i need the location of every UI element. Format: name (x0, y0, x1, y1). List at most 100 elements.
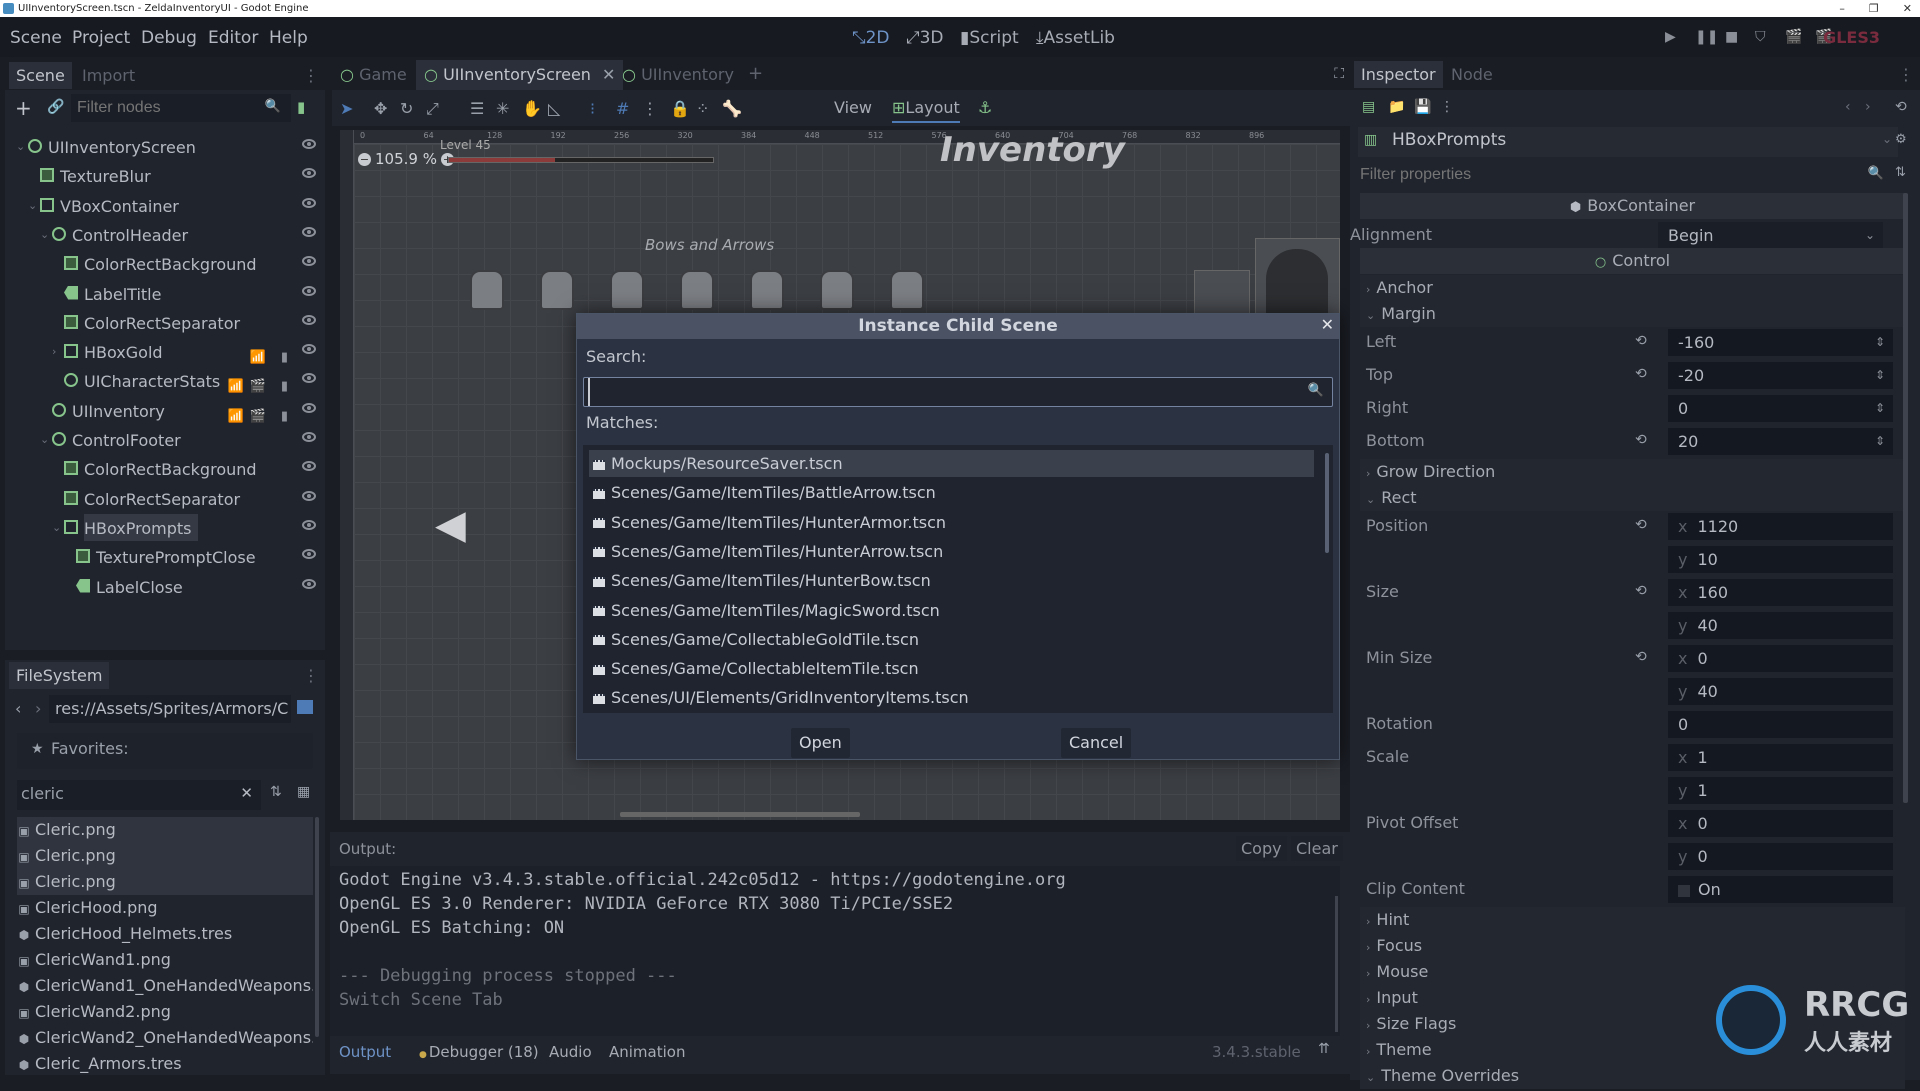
file-item[interactable]: ▣ Cleric.png (17, 869, 313, 895)
clear-button[interactable]: Clear (1291, 836, 1343, 861)
bone-icon[interactable]: 🦴 (722, 99, 742, 118)
file-list-scrollbar[interactable] (315, 817, 319, 1037)
select-tool-icon[interactable]: ➤ (340, 99, 353, 118)
revert-icon[interactable]: ⟲ (1635, 577, 1647, 606)
open-button[interactable]: Open (791, 728, 850, 758)
ruler-tool-icon[interactable]: ◺ (548, 99, 560, 118)
minimize-icon[interactable]: – (1839, 0, 1845, 17)
lock-icon[interactable]: 🔒 (670, 99, 690, 118)
search-field[interactable] (588, 378, 1298, 406)
revert-icon[interactable]: ⟲ (1635, 327, 1647, 356)
clear-search-icon[interactable]: ✕ (240, 784, 253, 802)
visibility-eye-icon[interactable] (302, 285, 316, 296)
move-tool-icon[interactable]: ✥ (374, 99, 387, 118)
tree-node[interactable]: LabelTitle (10, 279, 328, 308)
distraction-free-icon[interactable]: ⛶ (1334, 66, 1344, 82)
nav-left-arrow[interactable]: ◀ (435, 502, 466, 548)
revert-icon[interactable]: ⟲ (1635, 426, 1647, 455)
visibility-eye-icon[interactable] (302, 432, 316, 442)
spinner-icon[interactable]: ⇕ (1875, 329, 1885, 356)
property-value[interactable]: On (1668, 876, 1893, 903)
close-icon[interactable]: ✕ (1321, 315, 1334, 334)
tree-node[interactable]: TextureBlur (10, 161, 328, 190)
file-item[interactable]: ⬢ ClericHood_Helmets.tres (17, 921, 313, 947)
matches-scrollbar[interactable] (1325, 453, 1329, 553)
spinner-icon[interactable]: ⇕ (1875, 362, 1885, 389)
property-value[interactable]: y 10 (1668, 546, 1893, 573)
file-item[interactable]: ▣ Cleric.png (17, 817, 313, 843)
options-icon[interactable]: ⋮ (1440, 99, 1454, 115)
file-item[interactable]: ▣ Cleric.png (17, 843, 313, 869)
menu-editor[interactable]: Editor (208, 28, 258, 48)
tree-node[interactable]: LabelClose (10, 572, 328, 601)
new-tab-button[interactable]: + (748, 63, 763, 84)
tab-import[interactable]: Import (75, 62, 142, 89)
pause-icon[interactable]: ❚❚ (1695, 29, 1718, 45)
workspace-3d[interactable]: ⤢3D (906, 28, 944, 48)
html5-icon[interactable]: ⛉ (1755, 29, 1766, 45)
grid-view-icon[interactable]: ▦ (297, 784, 310, 800)
play-scene-icon[interactable]: 🎬 (1785, 29, 1802, 45)
property-value[interactable]: x 160 (1668, 579, 1893, 606)
tab-node[interactable]: Node (1444, 61, 1500, 88)
visibility-eye-icon[interactable] (302, 344, 316, 355)
open-folder-icon[interactable]: 📁 (1388, 99, 1405, 115)
tab-inspector[interactable]: Inspector (1354, 61, 1443, 88)
split-view-icon[interactable] (297, 700, 313, 714)
spinner-icon[interactable]: ⇕ (1875, 428, 1885, 455)
match-item[interactable]: Scenes/UI/Elements/GridInventoryItems.ts… (589, 684, 1314, 711)
anchor-icon[interactable]: ⚓ (978, 98, 992, 117)
workspace-script[interactable]: ▮Script (960, 28, 1019, 48)
pivot-tool-icon[interactable]: ✳ (496, 99, 509, 118)
tree-node[interactable]: › HBoxGold 📶 ▮ (10, 337, 328, 366)
history-back-icon[interactable]: ‹ (1845, 99, 1851, 115)
spinner-icon[interactable]: ⇕ (1875, 395, 1885, 422)
armor-item-icon[interactable] (610, 270, 644, 310)
property-value[interactable]: x 1120 (1668, 513, 1893, 540)
property-value[interactable]: x0 (1668, 810, 1893, 837)
visibility-eye-icon[interactable] (302, 226, 316, 237)
tab-uiinventory[interactable]: ○ UIInventory (622, 65, 734, 84)
bottom-tab[interactable]: Output (339, 1043, 391, 1061)
favorites-row[interactable]: ★ Favorites: (17, 733, 313, 769)
bottom-tab[interactable]: ● Debugger (18) (419, 1043, 539, 1061)
tree-node[interactable]: ColorRectSeparator (10, 484, 328, 513)
match-item[interactable]: Mockups/ResourceSaver.tscn (589, 450, 1314, 477)
revert-icon[interactable]: ⟲ (1635, 643, 1647, 672)
tree-node[interactable]: ⌄ VBoxContainer (10, 191, 328, 220)
inspector-section[interactable]: › Mouse (1360, 959, 1905, 985)
view-menu[interactable]: View (834, 98, 872, 117)
file-item[interactable]: ▣ ClericHood.png (17, 895, 313, 921)
property-value[interactable]: x1 (1668, 744, 1893, 771)
dock-menu-icon[interactable]: ⋮ (1898, 65, 1914, 84)
property-value[interactable]: 0 ⇕ (1668, 395, 1893, 422)
dock-menu-icon[interactable]: ⋮ (303, 66, 319, 85)
armor-item-icon[interactable] (820, 270, 854, 310)
history-forward-icon[interactable]: › (1865, 99, 1871, 115)
sort-icon[interactable]: ⇅ (270, 784, 282, 800)
restore-icon[interactable]: ❐ (1869, 0, 1879, 17)
tab-scene[interactable]: Scene (9, 62, 72, 89)
bottom-tab[interactable]: Audio (549, 1043, 592, 1061)
inspector-section[interactable]: ⌄ Rect (1360, 485, 1905, 511)
property-value[interactable]: 20 ⇕ (1668, 428, 1893, 455)
rotate-tool-icon[interactable]: ↻ (400, 99, 413, 118)
visibility-eye-icon[interactable] (302, 490, 316, 501)
menu-project[interactable]: Project (72, 28, 130, 48)
match-item[interactable]: Scenes/Game/ItemTiles/HunterArrow.tscn (589, 538, 1314, 565)
tree-node[interactable]: ⌄ ControlHeader (10, 220, 328, 249)
tree-node[interactable]: ⌄ HBoxPrompts (10, 513, 328, 542)
chevron-right-icon[interactable]: › (52, 337, 56, 366)
checkbox[interactable] (1678, 884, 1690, 897)
chevron-down-icon[interactable]: ⌄ (40, 425, 49, 454)
history-icon[interactable]: ⟲ (1895, 99, 1907, 115)
output-scrollbar[interactable] (1335, 896, 1338, 1032)
property-value[interactable]: -20 ⇕ (1668, 362, 1893, 389)
save-icon[interactable]: 💾 (1414, 99, 1431, 115)
zoom-level[interactable]: 105.9 % (375, 150, 437, 168)
match-item[interactable]: Scenes/Game/CollectableItemTile.tscn (589, 655, 1314, 682)
property-value[interactable]: y 40 (1668, 612, 1893, 639)
workspace-assetlib[interactable]: ⤓AssetLib (1036, 28, 1115, 48)
inspector-category[interactable]: ○ Control (1360, 248, 1905, 274)
visibility-eye-icon[interactable] (302, 256, 316, 267)
